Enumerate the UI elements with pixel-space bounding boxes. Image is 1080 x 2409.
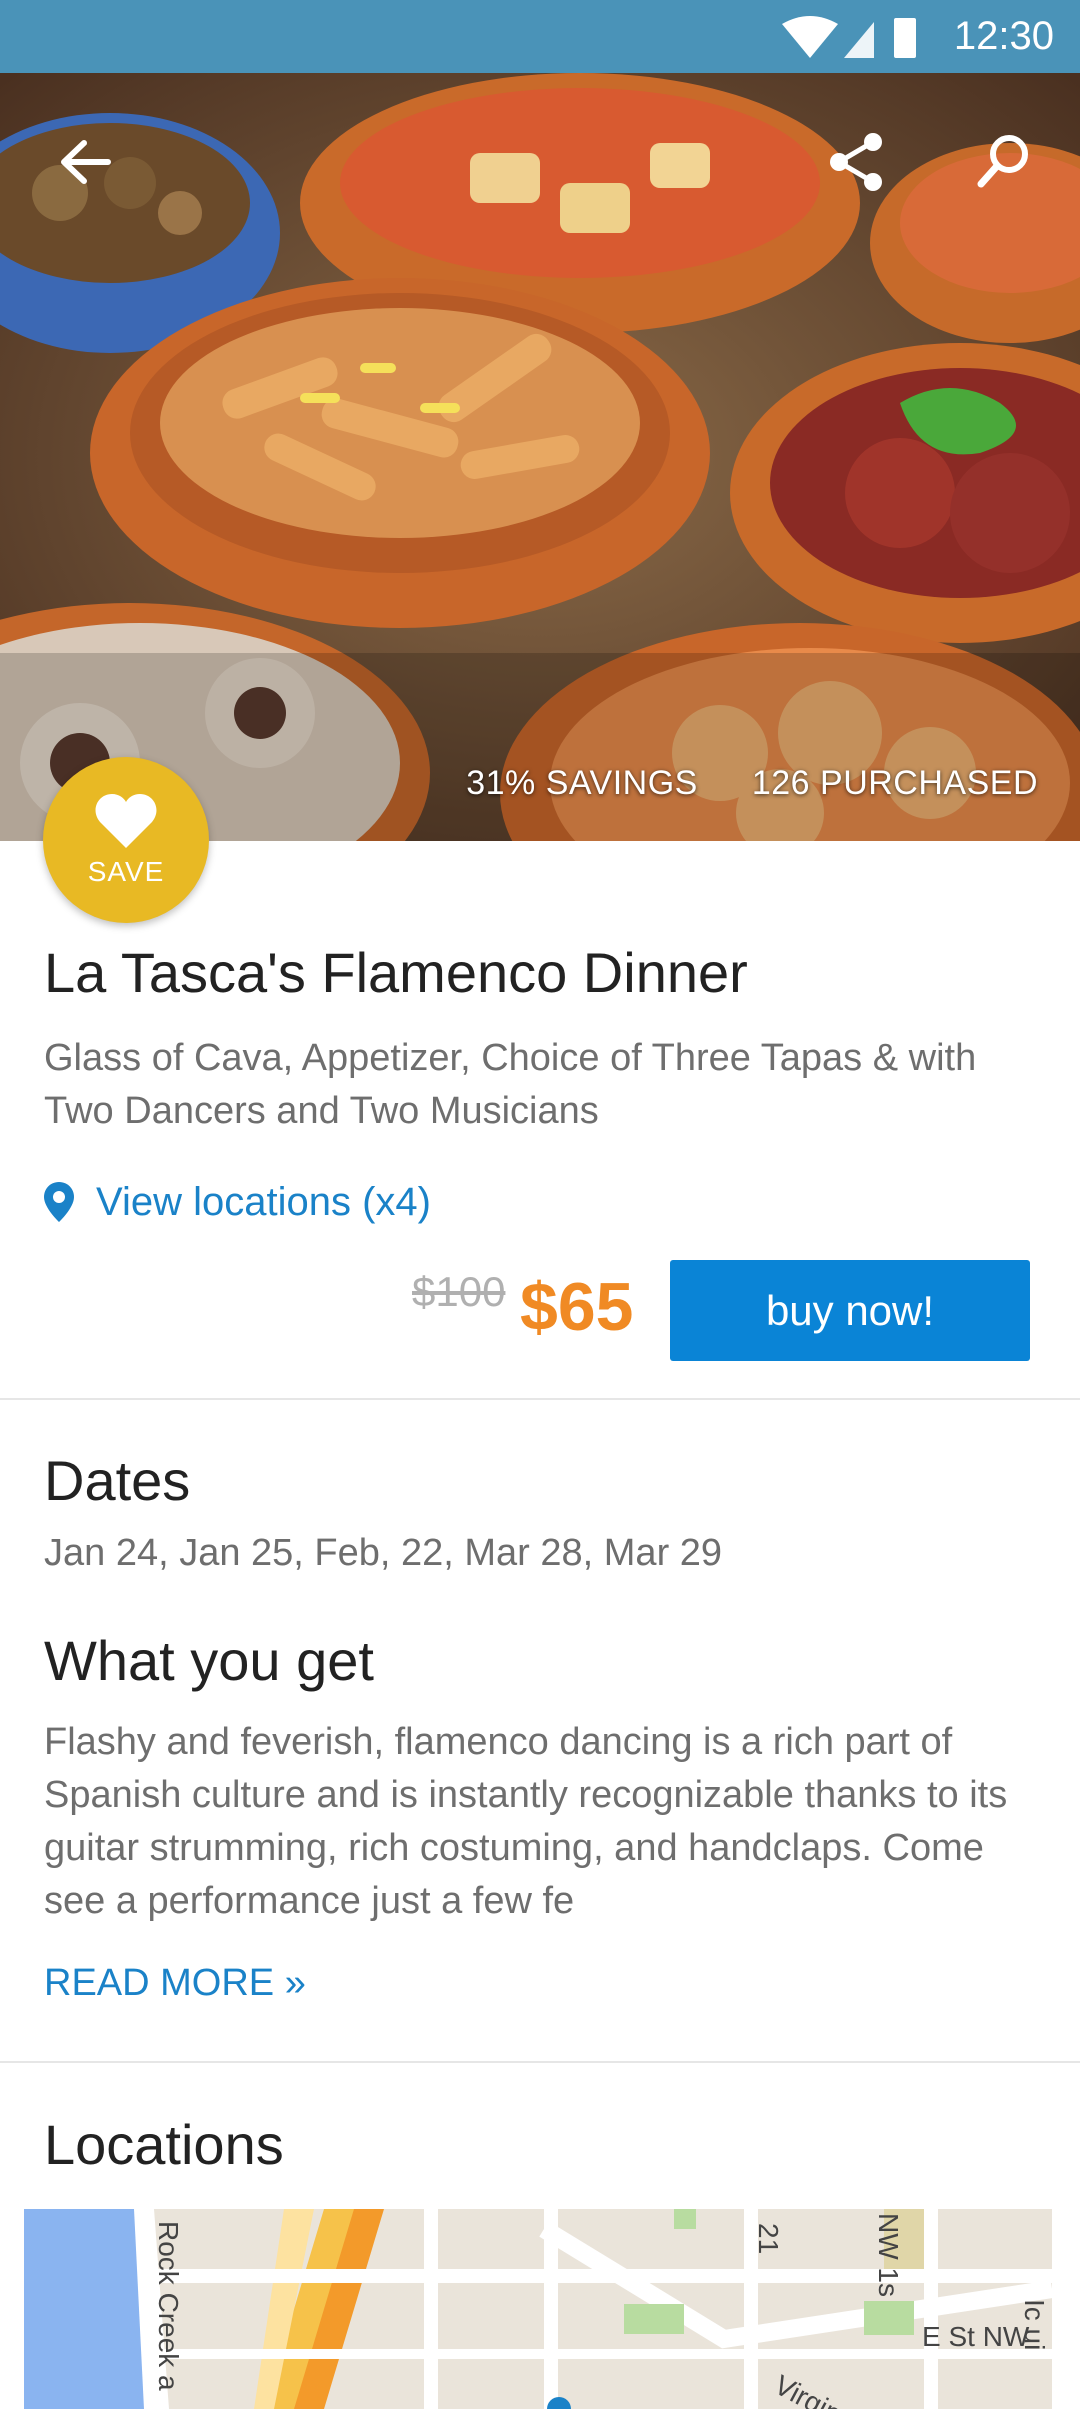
hero-stats: 31% SAVINGS 126 PURCHASED <box>466 764 1038 803</box>
search-button[interactable] <box>958 117 1048 207</box>
share-button[interactable] <box>812 117 902 207</box>
section-divider <box>0 1398 1080 1400</box>
locations-map[interactable]: Rock Creek a 21 NW 1s E St NW Virgin Ic … <box>24 2209 1052 2409</box>
status-icons <box>782 16 916 58</box>
deal-description: Flashy and feverish, flamenco dancing is… <box>44 1721 1008 1922</box>
search-icon <box>977 135 1028 188</box>
save-button[interactable]: SAVE <box>43 757 209 923</box>
read-more-link[interactable]: READ MORE » <box>44 1962 306 2005</box>
view-locations-label: View locations (x4) <box>96 1179 431 1224</box>
deal-price: $65 <box>520 1269 634 1345</box>
hero-image: 31% SAVINGS 126 PURCHASED <box>0 73 1080 841</box>
purchased-label: 126 PURCHASED <box>751 764 1038 802</box>
status-time: 12:30 <box>953 14 1054 58</box>
save-label: SAVE <box>87 856 165 887</box>
savings-label: 31% SAVINGS <box>466 764 698 802</box>
map-pin-icon <box>44 1182 74 1222</box>
deal-subtitle: Glass of Cava, Appetizer, Choice of Thre… <box>44 1037 977 1132</box>
battery-icon <box>894 18 916 58</box>
heart-icon <box>95 794 157 848</box>
map-label-e-st: E St NW <box>922 2321 1030 2352</box>
back-arrow-icon <box>61 140 111 184</box>
dates-list: Jan 24, Jan 25, Feb, 22, Mar 28, Mar 29 <box>44 1532 723 1574</box>
map-label-nw: NW 1s <box>873 2213 904 2297</box>
signal-icon <box>844 22 874 58</box>
wifi-icon <box>782 16 838 58</box>
description-fade <box>900 1876 1060 1929</box>
share-icon <box>830 133 882 191</box>
food-photo <box>0 73 1080 841</box>
locations-heading: Locations <box>44 2113 284 2176</box>
deal-title: La Tasca's Flamenco Dinner <box>44 941 748 1004</box>
original-price: $100 <box>412 1268 506 1315</box>
status-bar: 12:30 <box>0 0 1080 73</box>
map-label-edge: Ic ui <box>1019 2299 1050 2351</box>
section-divider <box>0 2061 1080 2063</box>
map-label-21: 21 <box>753 2223 784 2255</box>
buy-now-button[interactable]: buy now! <box>670 1260 1030 1361</box>
view-locations-link[interactable]: View locations (x4) <box>44 1172 431 1232</box>
map-label-rock-creek: Rock Creek a <box>153 2221 184 2391</box>
back-button[interactable] <box>40 117 130 207</box>
what-you-get-heading: What you get <box>44 1629 374 1692</box>
dates-heading: Dates <box>44 1449 191 1512</box>
